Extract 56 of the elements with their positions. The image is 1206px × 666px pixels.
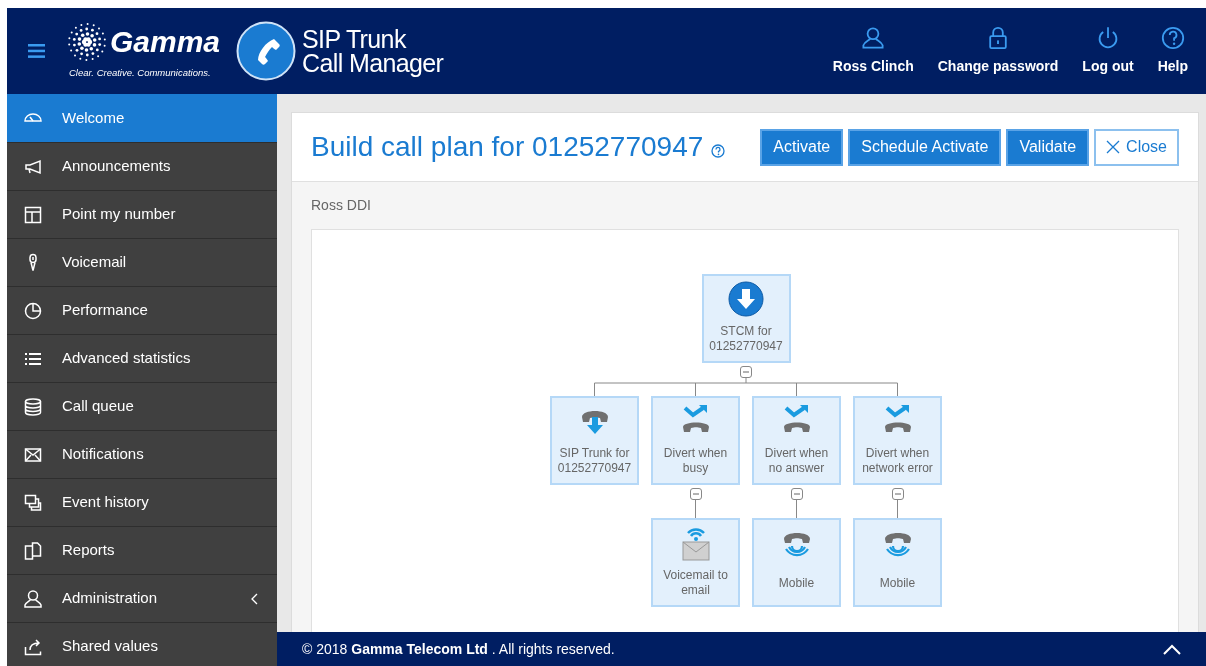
connector-lines — [897, 499, 898, 519]
app-title: SIP Trunk — [302, 27, 408, 51]
documents-icon — [23, 540, 43, 561]
node-label: STCM for 01252770947 — [708, 324, 784, 354]
header-action-button[interactable]: Help — [1157, 25, 1188, 77]
pie-chart-icon — [23, 300, 43, 321]
layout-icon — [23, 204, 43, 225]
help-icon[interactable] — [711, 144, 726, 158]
menu-icon[interactable] — [28, 44, 45, 58]
help-icon — [1160, 25, 1185, 50]
phone-icon — [236, 21, 297, 81]
download-icon — [728, 281, 764, 317]
close-icon — [1106, 140, 1121, 154]
node-label: Divert when network error — [861, 446, 934, 476]
header-action-button[interactable]: Change password — [937, 25, 1059, 77]
user-icon — [861, 25, 886, 50]
logo-name: Gamma — [110, 26, 221, 57]
copyright-text: © 2018 Gamma Telecom Ltd . All rights reserved. — [302, 639, 615, 659]
call-plan-node[interactable]: STCM for 01252770947 — [701, 274, 791, 363]
user-icon — [23, 588, 43, 609]
action-button[interactable]: Validate — [1006, 128, 1090, 166]
windows-icon — [23, 492, 43, 513]
database-icon — [23, 396, 43, 417]
node-label: Voicemail to email — [662, 568, 729, 598]
call-plan-node[interactable]: SIP Trunk for 01252770947 — [550, 396, 639, 485]
close-button[interactable]: Close — [1094, 128, 1179, 166]
call-plan-node[interactable]: Divert when busy — [651, 396, 740, 485]
plan-name: Ross DDI — [311, 196, 372, 215]
header-action-button[interactable]: Log out — [1082, 25, 1134, 77]
collapse-toggle[interactable] — [790, 488, 803, 500]
call-plan-node[interactable]: Voicemail to email — [651, 518, 740, 607]
header-action-button[interactable]: Ross Clinch — [832, 25, 914, 77]
share-icon — [23, 636, 43, 657]
logo-tagline: Clear. Creative. Communications. — [69, 65, 212, 80]
call-plan-node[interactable]: Divert when network error — [853, 396, 942, 485]
sidebar-item[interactable]: Welcome — [7, 94, 277, 142]
chevron-up-icon[interactable] — [1163, 643, 1181, 655]
page-title: Build call plan for 01252770947 — [311, 130, 704, 164]
collapse-toggle[interactable] — [740, 366, 752, 378]
node-label: Divert when no answer — [763, 446, 830, 476]
action-button[interactable]: Schedule Activate — [848, 128, 1002, 166]
action-button[interactable]: Activate — [760, 128, 844, 166]
collapse-toggle[interactable] — [891, 488, 904, 500]
connector-lines — [695, 499, 696, 519]
call-plan-node[interactable]: Mobile — [853, 518, 942, 607]
node-label: Divert when busy — [662, 446, 729, 476]
collapse-toggle[interactable] — [689, 488, 702, 500]
node-label: SIP Trunk for 01252770947 — [556, 446, 633, 476]
call-plan-node[interactable]: Divert when no answer — [752, 396, 841, 485]
node-label: Mobile — [777, 575, 816, 591]
node-label: Mobile — [878, 575, 917, 591]
connector-lines — [796, 499, 797, 519]
call-plan-node[interactable]: Mobile — [752, 518, 841, 607]
dot-cluster-icon — [67, 21, 107, 62]
app-title: Call Manager — [302, 51, 444, 75]
power-icon — [1096, 25, 1120, 50]
